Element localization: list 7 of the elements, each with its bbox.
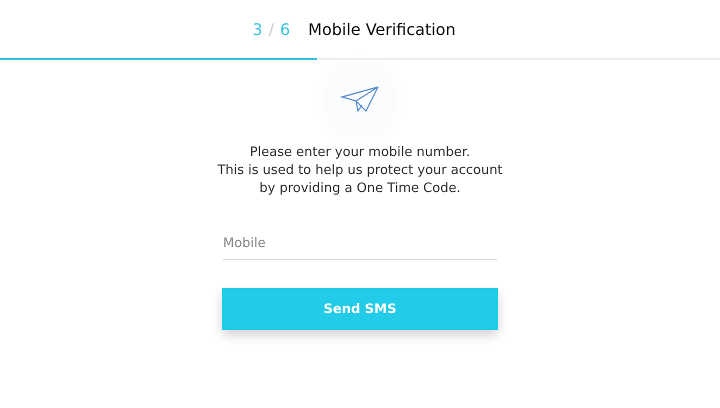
step-separator: / bbox=[268, 20, 274, 38]
instruction-text: Please enter your mobile number. This is used to help us protect your account by providing a One Time Code. bbox=[217, 144, 503, 198]
send-sms-button[interactable]: Send SMS bbox=[222, 288, 498, 330]
step-number: 3 bbox=[252, 20, 263, 38]
step-total: 6 bbox=[280, 20, 290, 38]
paper-plane-icon bbox=[340, 85, 380, 115]
page-title: Mobile Verification bbox=[308, 20, 456, 38]
